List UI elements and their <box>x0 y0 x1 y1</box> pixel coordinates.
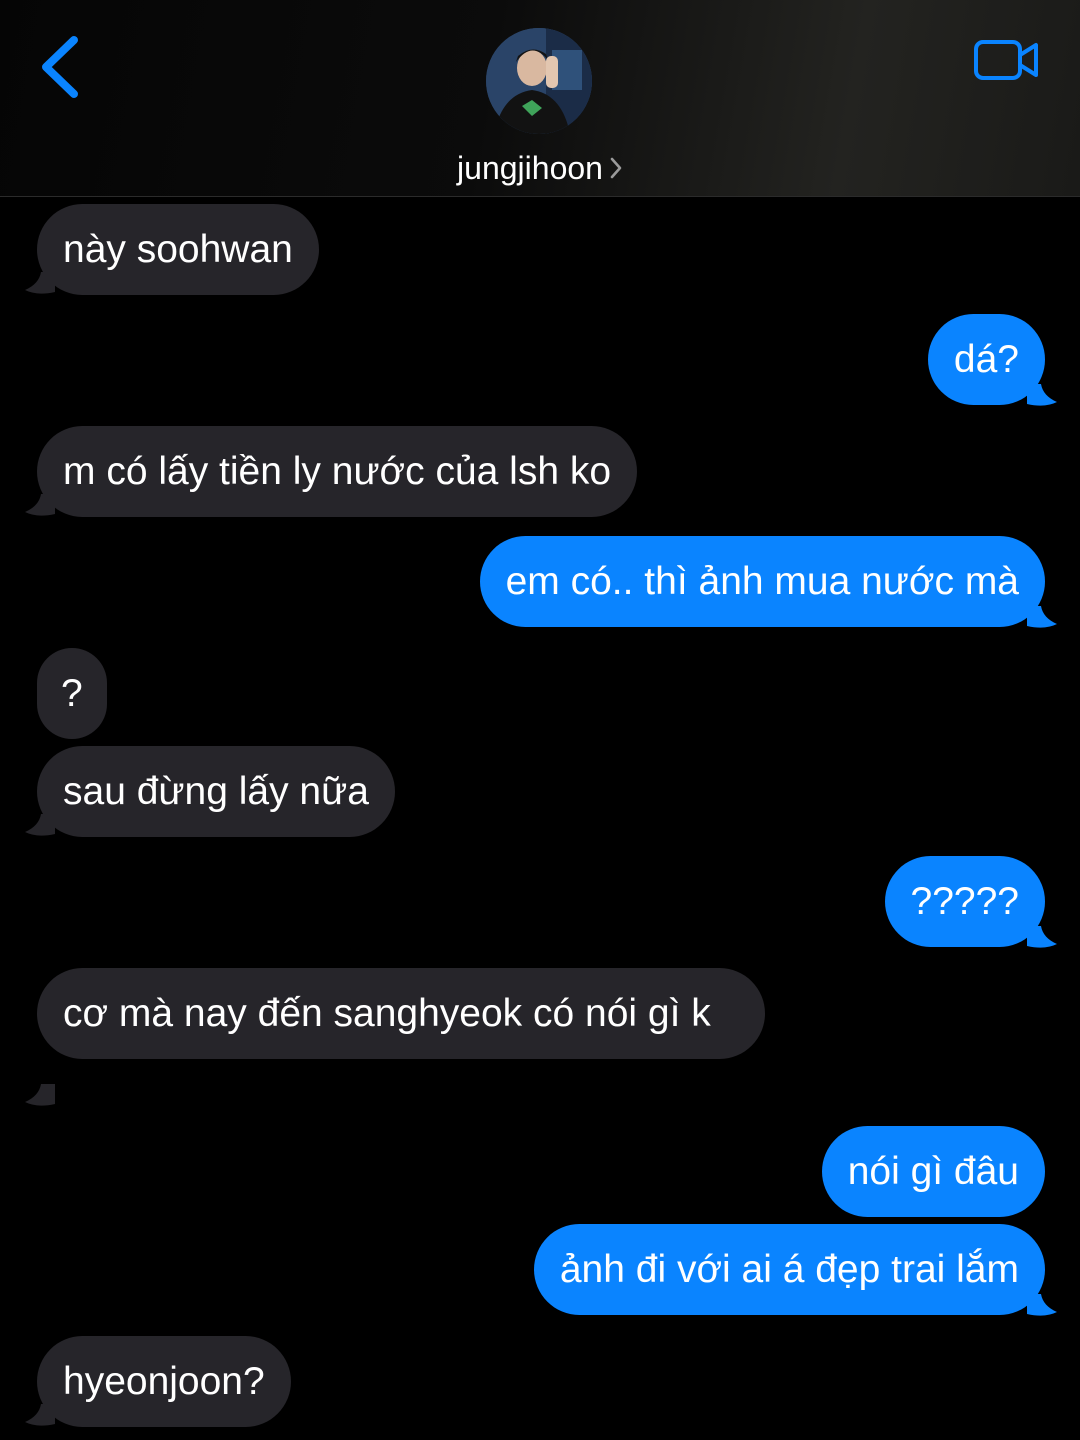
message-bubble-incoming[interactable]: hyeonjoon? <box>37 1336 291 1427</box>
message-bubble-incoming[interactable]: sau đừng lấy nữa <box>37 746 395 837</box>
avatar-photo <box>486 28 592 134</box>
contact-name[interactable]: jungjihoon <box>0 146 1080 190</box>
bubble-tail <box>25 814 55 836</box>
avatar[interactable] <box>486 28 592 134</box>
message-bubble-incoming[interactable]: m có lấy tiền ly nước của lsh ko <box>37 426 638 517</box>
message-text: em có.. thì ảnh mua nước mà <box>505 560 1019 603</box>
message-bubble-outgoing[interactable]: ????? <box>884 856 1045 947</box>
message-text: ????? <box>910 880 1019 923</box>
bubble-tail <box>25 1084 55 1106</box>
message-text: sau đừng lấy nữa <box>63 770 369 813</box>
message-bubble-outgoing[interactable]: em có.. thì ảnh mua nước mà <box>479 536 1045 627</box>
message-bubble-incoming[interactable]: ? <box>37 648 107 739</box>
bubble-tail <box>1027 926 1057 948</box>
facetime-video-button[interactable] <box>972 36 1042 84</box>
message-text: ảnh đi với ai á đẹp trai lắm <box>559 1248 1019 1291</box>
message-text: ? <box>61 672 83 715</box>
message-text: m có lấy tiền ly nước của lsh ko <box>63 450 612 493</box>
contact-name-label: jungjihoon <box>457 150 603 186</box>
message-text: nói gì đâu <box>847 1150 1019 1193</box>
back-button[interactable] <box>30 30 100 104</box>
message-text: này soohwan <box>63 228 293 271</box>
bubble-tail <box>1027 606 1057 628</box>
bubble-tail <box>25 494 55 516</box>
message-text: dá? <box>953 338 1019 381</box>
bubble-tail <box>25 272 55 294</box>
message-bubble-outgoing[interactable]: ảnh đi với ai á đẹp trai lắm <box>533 1224 1045 1315</box>
video-camera-icon <box>974 40 1038 80</box>
message-bubble-incoming[interactable]: này soohwan <box>37 204 319 295</box>
message-text: hyeonjoon? <box>63 1360 265 1403</box>
message-bubble-incoming[interactable]: cơ mà nay đến sanghyeok có nói gì k <box>37 968 765 1059</box>
bubble-tail <box>25 1404 55 1426</box>
message-bubble-outgoing[interactable]: nói gì đâu <box>821 1126 1045 1217</box>
bubble-tail <box>1027 384 1057 406</box>
message-text: cơ mà nay đến sanghyeok có nói gì k <box>63 992 711 1035</box>
chevron-right-icon <box>610 157 622 178</box>
chevron-left-icon <box>42 36 78 98</box>
conversation-header: jungjihoon <box>0 0 1080 197</box>
bubble-tail <box>1027 1294 1057 1316</box>
